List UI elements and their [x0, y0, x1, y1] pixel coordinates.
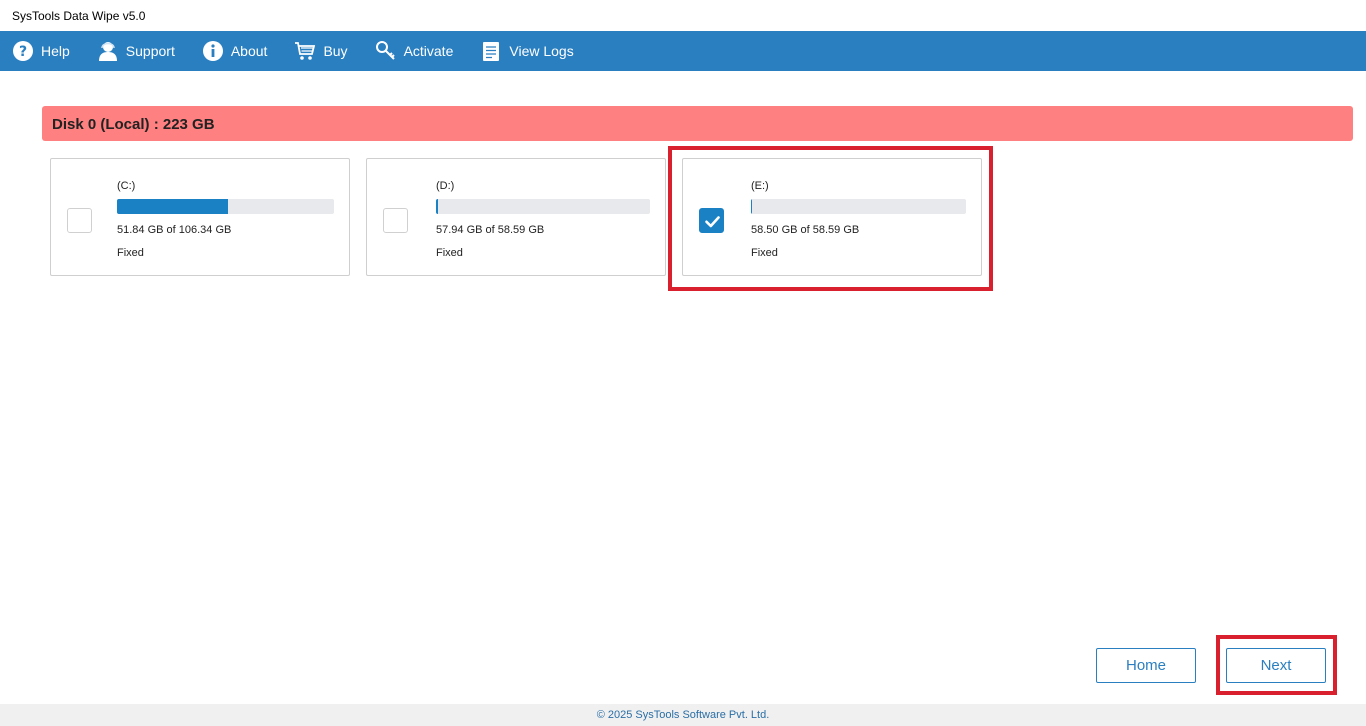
support-icon — [97, 40, 119, 62]
selection-highlight — [668, 146, 993, 291]
activate-button[interactable]: Activate — [375, 40, 454, 62]
drive-type: Fixed — [117, 247, 144, 259]
home-button[interactable]: Home — [1096, 648, 1196, 683]
info-icon — [202, 40, 224, 62]
support-button[interactable]: Support — [97, 40, 175, 62]
disk-header: Disk 0 (Local) : 223 GB — [42, 106, 1353, 141]
drive-size: 51.84 GB of 106.34 GB — [117, 224, 232, 236]
drive-card-d[interactable]: (D:) 57.94 GB of 58.59 GB Fixed — [366, 158, 666, 276]
help-button[interactable]: ? Help — [12, 40, 70, 62]
help-label: Help — [41, 43, 70, 59]
svg-text:?: ? — [19, 44, 27, 60]
drive-usage-bar — [117, 199, 334, 214]
copyright-text: © 2025 SysTools Software Pvt. Ltd. — [596, 709, 770, 721]
drive-label: (C:) — [117, 180, 136, 192]
toolbar: ? Help Support About Buy Activate View L… — [0, 31, 1366, 71]
window-title: SysTools Data Wipe v5.0 — [12, 9, 146, 23]
support-label: Support — [125, 43, 175, 59]
title-bar: SysTools Data Wipe v5.0 — [0, 0, 1366, 31]
help-icon: ? — [12, 40, 34, 62]
cart-icon — [294, 40, 316, 62]
key-icon — [375, 40, 397, 62]
buy-label: Buy — [323, 43, 348, 59]
buy-button[interactable]: Buy — [294, 40, 348, 62]
drive-usage-fill — [117, 199, 229, 214]
disk-header-label: Disk 0 (Local) : 223 GB — [52, 116, 215, 133]
drive-label: (D:) — [436, 180, 455, 192]
activate-label: Activate — [403, 43, 454, 59]
view-logs-label: View Logs — [509, 43, 574, 59]
drive-usage-fill — [436, 199, 439, 214]
drive-usage-bar — [436, 199, 650, 214]
footer: © 2025 SysTools Software Pvt. Ltd. — [0, 704, 1366, 726]
drive-card-c[interactable]: (C:) 51.84 GB of 106.34 GB Fixed — [50, 158, 350, 276]
about-label: About — [230, 43, 268, 59]
drive-size: 57.94 GB of 58.59 GB — [436, 224, 545, 236]
drive-checkbox-c[interactable] — [67, 208, 92, 233]
about-button[interactable]: About — [202, 40, 268, 62]
next-highlight — [1216, 635, 1337, 695]
log-icon — [480, 40, 502, 62]
view-logs-button[interactable]: View Logs — [480, 40, 574, 62]
drive-checkbox-d[interactable] — [383, 208, 408, 233]
drive-type: Fixed — [436, 247, 463, 259]
